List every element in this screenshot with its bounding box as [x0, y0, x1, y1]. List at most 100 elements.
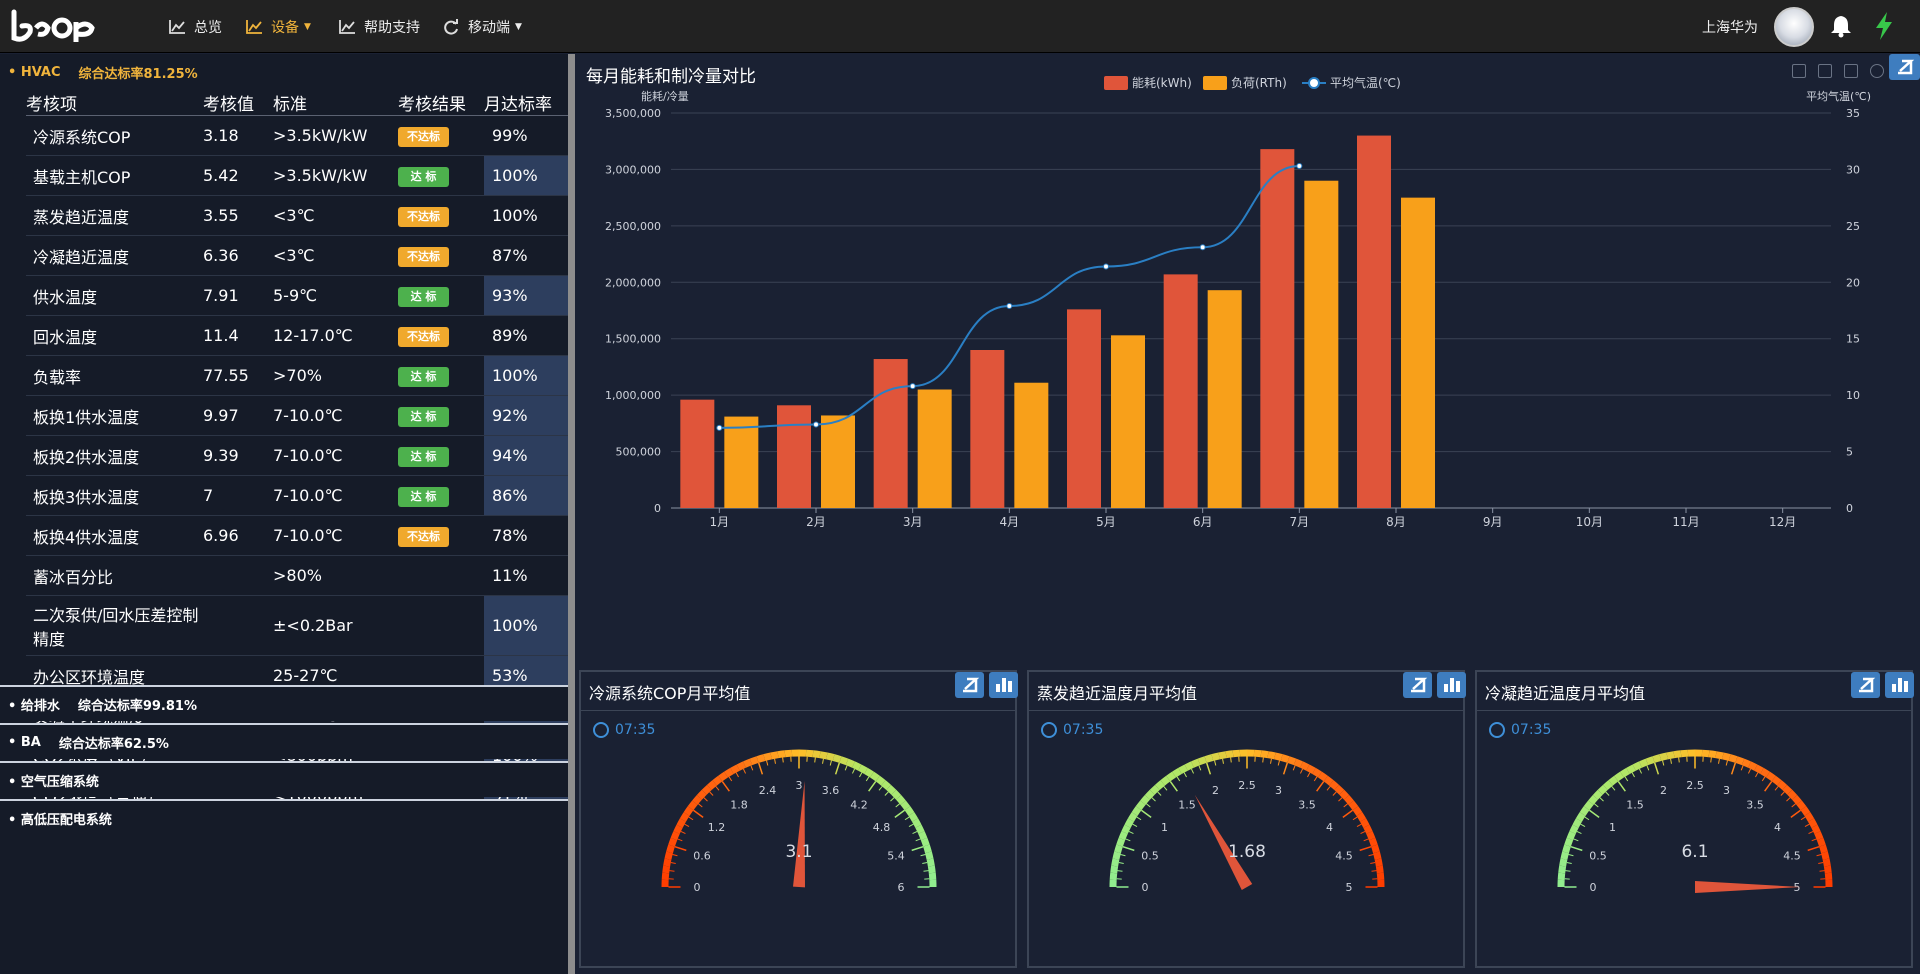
kpi-standard: ±<0.2Bar — [273, 595, 398, 656]
export-icon — [1859, 677, 1876, 693]
kpi-item: 蒸发趋近温度 — [26, 195, 203, 236]
gauge-arc-segment — [812, 750, 821, 759]
gauge-arc-segment — [712, 775, 723, 786]
export-button[interactable] — [1851, 672, 1880, 698]
gauge-arc-segment — [1118, 831, 1128, 841]
gauge-tick — [1332, 791, 1337, 796]
nav-item-3[interactable]: 移动端 ▼ — [442, 0, 522, 53]
kpi-value: 9.97 — [203, 395, 273, 436]
divider — [1029, 710, 1463, 711]
kpi-item: 板换4供水温度 — [26, 515, 203, 556]
gauge-tick — [1662, 760, 1665, 766]
nav-item-2[interactable]: 帮助支持 — [338, 0, 420, 53]
nav-item-0[interactable]: 总览 — [168, 0, 222, 53]
section-header[interactable]: • 给排水 综合达标率99.81% — [0, 685, 568, 721]
gauge-arc-segment — [904, 806, 915, 816]
section-name: • 给排水 — [8, 698, 60, 714]
column-header: 考核值 — [203, 90, 273, 116]
kpi-standard: >70% — [273, 355, 398, 396]
chart-button[interactable] — [989, 672, 1018, 698]
gauge-arc-segment — [1371, 844, 1380, 854]
time-text: 07:35 — [615, 722, 656, 738]
power-icon[interactable] — [1874, 12, 1894, 40]
y-tick-label: 2,500,000 — [605, 220, 661, 233]
gauge-tick-label: 2.4 — [759, 784, 777, 797]
nav-item-1[interactable]: 设备 ▼ — [245, 0, 311, 53]
chart-button[interactable] — [1437, 672, 1466, 698]
card-title: 冷源系统COP月平均值 — [589, 684, 751, 703]
gauge-arc-segment — [1614, 771, 1624, 782]
y-tick-label: 500,000 — [616, 446, 662, 459]
x-tick-label: 1月 — [710, 515, 730, 529]
kpi-result: 不达标 — [398, 315, 484, 356]
gauge-tick — [709, 791, 714, 796]
kpi-item: 基载主机COP — [26, 155, 203, 196]
kpi-rate: 93% — [484, 275, 568, 316]
temperature-point — [813, 421, 819, 428]
kpi-value: 6.96 — [203, 515, 273, 556]
gauge-arc-segment — [1575, 812, 1586, 822]
status-badge: 不达标 — [398, 326, 449, 347]
gauge-arc-segment — [1112, 851, 1121, 860]
kpi-item: 回水温度 — [26, 315, 203, 356]
user-name[interactable]: 上海华为 — [1702, 17, 1758, 37]
logo[interactable] — [10, 8, 102, 44]
gauge-arc-segment — [1329, 780, 1340, 791]
gauge-tick — [1565, 870, 1571, 872]
gauge-tick — [1818, 862, 1824, 864]
gauge-tick — [911, 845, 924, 852]
gauge-arc-segment — [1814, 831, 1824, 841]
gauge-tick — [1594, 803, 1599, 808]
section-header[interactable]: • BA 综合达标率62.5% — [0, 723, 568, 759]
gauge-arc-segment — [784, 749, 793, 758]
gauge-tick — [1326, 786, 1331, 791]
gauge-arc-segment — [661, 872, 670, 881]
kpi-rate: 86% — [484, 475, 568, 516]
avatar[interactable] — [1774, 7, 1814, 47]
caret-down-icon: ▼ — [515, 21, 522, 32]
gauge-tick-label: 4 — [1774, 821, 1781, 834]
gauge-arc-segment — [923, 844, 932, 854]
export-button[interactable] — [1403, 672, 1432, 698]
gauge-arc-segment — [663, 858, 672, 867]
gauge-tick — [1128, 830, 1134, 835]
gauge-dial: 0 0.5 1 1.5 2 2.5 3 3.5 4 4.5 5 1.68 — [1109, 749, 1385, 894]
gauge-tick — [1316, 780, 1325, 792]
bell-icon[interactable] — [1830, 14, 1852, 38]
gauge-arc-segment — [1569, 824, 1579, 834]
gauge-arc-segment — [1287, 756, 1297, 766]
section-header[interactable]: • 高低压配电系统 — [0, 799, 568, 835]
gauge-arc-segment — [1748, 761, 1758, 771]
y2-tick-label: 30 — [1846, 163, 1860, 176]
y-tick-label: 1,500,000 — [605, 333, 661, 346]
hvac-section-header[interactable]: • HVAC 综合达标率81.25% — [0, 54, 568, 90]
panel-scrollbar[interactable] — [568, 54, 575, 974]
gauge-arc-segment — [912, 818, 922, 828]
time-text: 07:35 — [1511, 722, 1552, 738]
gauge-tick — [1764, 780, 1773, 792]
export-button[interactable] — [955, 672, 984, 698]
gauge-tick — [908, 823, 914, 827]
kpi-result: 达 标 — [398, 435, 484, 476]
y-axis-label: 能耗/冷量 — [641, 89, 689, 103]
gauge-card: 冷源系统COP月平均值 07:35 0 0.6 1.2 1.8 2.4 3 3.6 4.2 4.8 5… — [579, 670, 1018, 968]
gauge-tick-label: 3.5 — [1746, 798, 1764, 811]
section-header[interactable]: • 空气压缩系统 — [0, 761, 568, 797]
gauge-tick — [1761, 776, 1766, 782]
gauge-tick — [1804, 823, 1810, 827]
table-row: 供水温度 7.91 5-9℃ 达 标 93% — [26, 275, 568, 316]
gauge-tick — [692, 809, 704, 818]
gauge-tick — [715, 786, 720, 791]
gauge-arc-segment — [1728, 754, 1738, 763]
gauge-tick — [1342, 809, 1354, 818]
kpi-value: 6.36 — [203, 235, 273, 276]
chart-button[interactable] — [1885, 672, 1914, 698]
kpi-standard: 5-9℃ — [273, 275, 398, 316]
gauge-arc-segment — [777, 750, 786, 759]
gauge-arc-segment — [826, 752, 835, 761]
gauge-arc-segment — [1666, 751, 1675, 760]
bar-能耗(kWh) — [1067, 309, 1101, 508]
y2-tick-label: 20 — [1846, 276, 1860, 289]
gauge-arc-segment — [1572, 818, 1582, 828]
gauge-arc-segment — [1225, 750, 1234, 759]
